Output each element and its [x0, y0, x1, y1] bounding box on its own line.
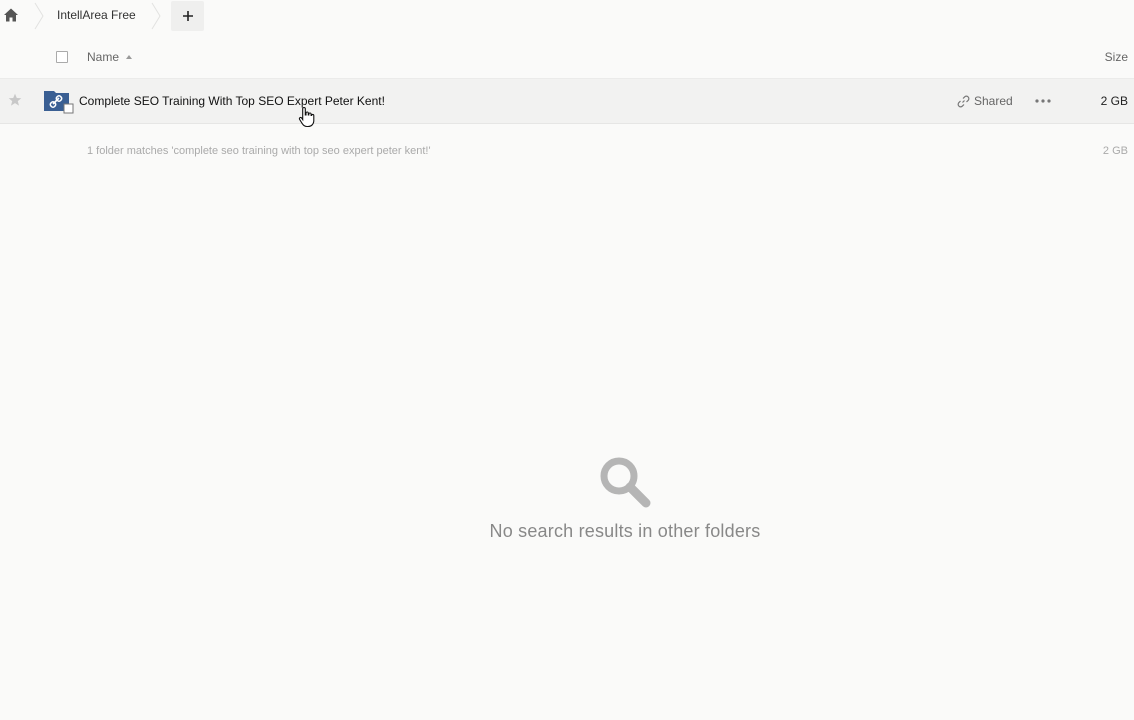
sort-by-name-button[interactable]: Name — [87, 50, 133, 64]
add-new-button[interactable] — [171, 1, 204, 31]
hand-cursor-icon — [298, 106, 315, 128]
link-icon — [957, 95, 970, 107]
more-options-icon[interactable] — [1034, 95, 1052, 107]
table-row[interactable]: Complete SEO Training With Top SEO Exper… — [0, 79, 1134, 128]
files-page: IntellArea Free Name Size Complete SEO T… — [0, 0, 1134, 720]
sort-ascending-icon — [126, 55, 133, 59]
plus-icon — [182, 11, 193, 21]
size-column-label[interactable]: Size — [1105, 50, 1128, 64]
star-icon[interactable] — [8, 93, 22, 107]
folder-size: 2 GB — [1100, 94, 1128, 108]
name-column-label: Name — [87, 50, 120, 64]
shared-label: Shared — [974, 94, 1013, 108]
empty-state-message: No search results in other folders — [489, 521, 761, 541]
breadcrumb-separator-icon — [34, 2, 44, 30]
breadcrumb-separator-icon — [151, 2, 161, 30]
empty-state: No search results in other folders — [0, 455, 1134, 542]
shared-folder-icon — [44, 91, 74, 114]
shared-button[interactable]: Shared — [957, 94, 1013, 108]
breadcrumb: IntellArea Free — [0, 0, 1134, 32]
breadcrumb-current[interactable]: IntellArea Free — [57, 8, 136, 22]
home-icon[interactable] — [3, 7, 19, 23]
folder-name[interactable]: Complete SEO Training With Top SEO Exper… — [79, 94, 385, 108]
search-summary-size: 2 GB — [1102, 145, 1128, 157]
select-all-checkbox[interactable] — [56, 51, 68, 63]
file-list-header: Name Size — [0, 38, 1134, 79]
search-summary: 1 folder matches 'complete seo training … — [87, 145, 431, 157]
search-icon — [600, 457, 651, 508]
